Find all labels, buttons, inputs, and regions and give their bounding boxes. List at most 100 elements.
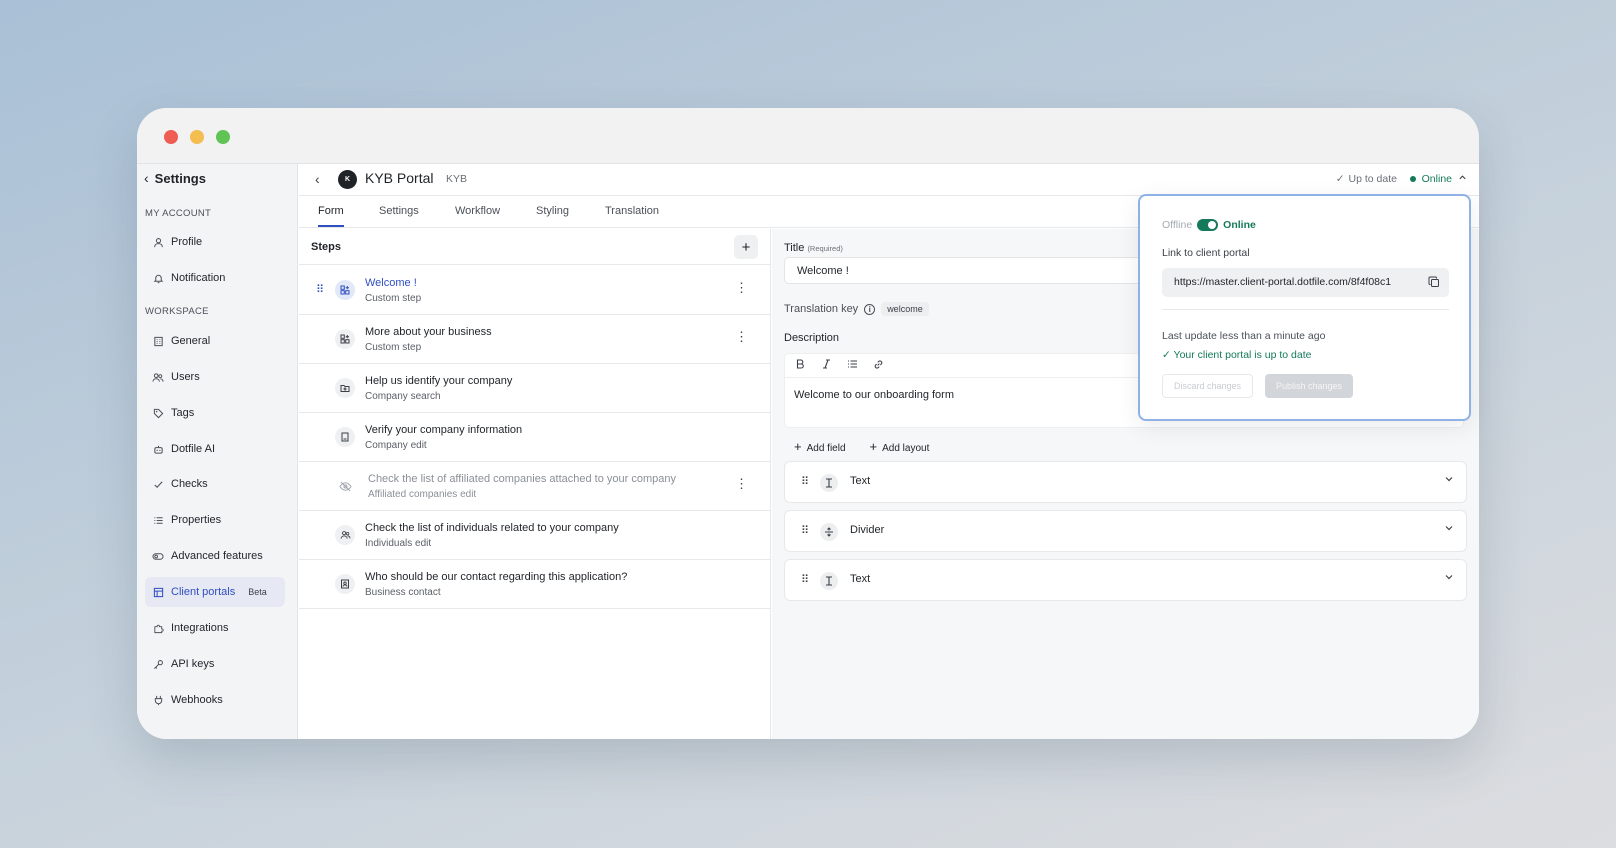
add-field-button[interactable]: + Add field <box>794 439 846 454</box>
sidebar-item-label: Dotfile AI <box>171 443 216 455</box>
layout-icon <box>152 586 164 598</box>
portal-url-field[interactable]: https://master.client-portal.dotfile.com… <box>1162 268 1449 297</box>
chevron-down-icon[interactable] <box>1444 522 1454 536</box>
info-icon[interactable]: i <box>864 303 876 315</box>
text-cursor-icon <box>820 572 838 590</box>
chevron-up-icon <box>1458 173 1467 185</box>
sync-status-label: Up to date <box>1348 173 1397 185</box>
tab-translation[interactable]: Translation <box>605 205 659 217</box>
bullet-list-icon[interactable] <box>846 359 858 372</box>
step-title: Check the list of affiliated companies a… <box>368 473 676 485</box>
field-card[interactable]: ⠿ Text <box>784 461 1467 503</box>
step-row[interactable]: Who should be our contact regarding this… <box>299 560 770 609</box>
italic-icon[interactable] <box>820 359 832 372</box>
minimize-window-button[interactable] <box>190 130 204 144</box>
drag-handle-icon[interactable]: ⠿ <box>801 524 809 537</box>
step-title: Who should be our contact regarding this… <box>365 571 628 583</box>
check-icon: ✓ <box>1335 173 1345 185</box>
add-layout-button[interactable]: + Add layout <box>870 439 930 454</box>
link-icon[interactable] <box>872 359 884 373</box>
check-icon <box>152 478 164 490</box>
discard-changes-button[interactable]: Discard changes <box>1162 374 1253 398</box>
sidebar-item-label: Properties <box>171 514 222 526</box>
copy-icon[interactable] <box>1428 276 1440 291</box>
list-icon <box>152 514 164 526</box>
required-hint: (Required) <box>807 244 843 253</box>
sidebar-item-integrations[interactable]: Integrations <box>145 613 285 643</box>
sidebar-item-label: Checks <box>171 478 208 490</box>
drag-handle-icon[interactable]: ⠿ <box>316 283 324 296</box>
chevron-down-icon[interactable] <box>1444 571 1454 585</box>
add-field-label: Add field <box>806 443 846 454</box>
sidebar-item-users[interactable]: Users <box>145 362 285 392</box>
tab-styling[interactable]: Styling <box>536 205 569 217</box>
field-label: Text <box>850 475 871 487</box>
step-row[interactable]: Verify your company information Company … <box>299 413 770 462</box>
building-icon <box>152 335 164 347</box>
tab-workflow[interactable]: Workflow <box>455 205 500 217</box>
step-row[interactable]: Help us identify your company Company se… <box>299 364 770 413</box>
step-type: Affiliated companies edit <box>368 489 477 500</box>
drag-handle-icon[interactable]: ⠿ <box>801 475 809 488</box>
portal-type-tag: KYB <box>446 173 468 185</box>
sidebar-item-tags[interactable]: Tags <box>145 398 285 428</box>
settings-sidebar: ‹ Settings MY ACCOUNT Profile Notificati… <box>137 164 298 739</box>
sidebar-item-general[interactable]: General <box>145 326 285 356</box>
publish-changes-button[interactable]: Publish changes <box>1265 374 1353 398</box>
more-vertical-icon[interactable]: ⋮ <box>735 330 748 343</box>
contact-card-icon <box>335 574 355 594</box>
online-status-label: Online <box>1421 173 1452 185</box>
sidebar-item-advanced-features[interactable]: Advanced features <box>145 541 285 571</box>
puzzle-icon <box>152 622 164 634</box>
divider <box>1162 309 1449 310</box>
steps-panel: Steps + ⠿ Welcome ! Custom step ⋮ More a… <box>299 229 771 739</box>
field-card[interactable]: ⠿ Text <box>784 559 1467 601</box>
tab-form[interactable]: Form <box>318 205 344 217</box>
sidebar-item-api-keys[interactable]: API keys <box>145 649 285 679</box>
custom-step-icon <box>335 280 355 300</box>
add-step-button[interactable]: + <box>734 235 758 259</box>
step-row[interactable]: Check the list of individuals related to… <box>299 511 770 560</box>
sidebar-item-label: General <box>171 335 211 347</box>
field-card[interactable]: ⠿ Divider <box>784 510 1467 552</box>
step-row[interactable]: More about your business Custom step ⋮ <box>299 315 770 364</box>
online-switch[interactable] <box>1197 219 1219 231</box>
close-window-button[interactable] <box>164 130 178 144</box>
step-row[interactable]: Check the list of affiliated companies a… <box>299 462 770 511</box>
step-type: Custom step <box>365 293 422 304</box>
sync-status: ✓ Up to date <box>1336 173 1397 185</box>
step-row[interactable]: ⠿ Welcome ! Custom step ⋮ <box>299 266 770 315</box>
sidebar-item-properties[interactable]: Properties <box>145 505 285 535</box>
plus-icon: + <box>869 439 878 454</box>
eye-off-icon <box>335 476 355 496</box>
sidebar-item-client-portals[interactable]: Client portals Beta <box>145 577 285 607</box>
step-title: More about your business <box>365 326 492 338</box>
online-status-toggle[interactable]: Online <box>1409 173 1467 185</box>
publish-popover: Offline Online Link to client portal htt… <box>1138 194 1471 421</box>
sidebar-item-label: Advanced features <box>171 550 263 562</box>
bold-icon[interactable] <box>794 359 806 372</box>
more-vertical-icon[interactable]: ⋮ <box>735 477 748 490</box>
sidebar-item-dotfile-ai[interactable]: Dotfile AI <box>145 434 285 464</box>
sidebar-item-notification[interactable]: Notification <box>145 263 285 293</box>
maximize-window-button[interactable] <box>216 130 230 144</box>
translation-key-chip[interactable]: welcome <box>881 302 929 316</box>
settings-back-link[interactable]: ‹ Settings <box>144 170 206 186</box>
step-title: Check the list of individuals related to… <box>365 522 619 534</box>
more-vertical-icon[interactable]: ⋮ <box>735 281 748 294</box>
chevron-down-icon[interactable] <box>1444 473 1454 487</box>
plug-icon <box>152 694 164 706</box>
text-cursor-icon <box>820 474 838 492</box>
sidebar-item-label: Users <box>171 371 200 383</box>
online-label: Online <box>1223 219 1256 231</box>
title-field-label: Title (Required) <box>784 242 843 254</box>
sidebar-item-checks[interactable]: Checks <box>145 469 285 499</box>
tab-settings[interactable]: Settings <box>379 205 419 217</box>
last-update-text: Last update less than a minute ago <box>1162 330 1326 342</box>
section-workspace: WORKSPACE <box>145 306 209 317</box>
sidebar-item-webhooks[interactable]: Webhooks <box>145 685 285 715</box>
drag-handle-icon[interactable]: ⠿ <box>801 573 809 586</box>
chevron-left-icon[interactable]: ‹ <box>315 171 320 187</box>
sidebar-item-label: Notification <box>171 272 226 284</box>
sidebar-item-profile[interactable]: Profile <box>145 227 285 257</box>
